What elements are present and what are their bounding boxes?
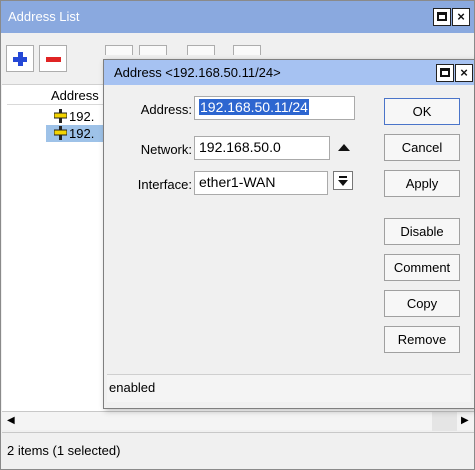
add-button[interactable] (6, 45, 34, 72)
dropdown-icon[interactable] (333, 171, 353, 190)
close-icon[interactable]: × (452, 8, 470, 26)
network-label: Network: (140, 142, 192, 157)
interface-select[interactable]: ether1-WAN (194, 171, 328, 195)
address-label: Address: (140, 102, 192, 117)
interface-value: ether1-WAN (199, 174, 276, 190)
window-title: Address List (8, 9, 80, 24)
interface-label: Interface: (137, 177, 192, 192)
triangle-up-icon[interactable] (338, 144, 350, 151)
row-address: 192. (69, 109, 95, 124)
maximize-icon[interactable] (436, 64, 454, 82)
disable-button[interactable]: Disable (384, 218, 460, 245)
filter-button[interactable] (233, 45, 261, 55)
dialog-status-bar: enabled (107, 374, 471, 402)
comment-button[interactable]: Comment (384, 254, 460, 281)
scroll-left-icon[interactable]: ◀ (7, 415, 15, 426)
dialog-titlebar[interactable]: Address <192.168.50.11/24> × (104, 60, 474, 85)
scroll-right-icon[interactable]: ▶ (461, 415, 469, 426)
remove-button[interactable]: Remove (384, 326, 460, 353)
enable-button[interactable] (105, 45, 133, 55)
ok-button[interactable]: OK (384, 98, 460, 125)
scroll-track[interactable] (432, 412, 457, 431)
close-icon[interactable]: × (455, 64, 473, 82)
row-address: 192. (69, 126, 95, 141)
minus-icon (46, 57, 61, 62)
address-icon (54, 109, 67, 123)
disable-button[interactable] (139, 45, 167, 55)
network-value: 192.168.50.0 (199, 139, 281, 155)
address-list-titlebar[interactable]: Address List × (1, 1, 474, 33)
address-edit-dialog: Address <192.168.50.11/24> × Address: 19… (103, 59, 475, 409)
comment-button[interactable] (187, 45, 215, 55)
address-icon (54, 126, 67, 140)
apply-button[interactable]: Apply (384, 170, 460, 197)
address-input[interactable]: 192.168.50.11/24 (194, 96, 355, 120)
list-status-bar: 2 items (1 selected) (2, 432, 474, 469)
enabled-status: enabled (109, 380, 156, 395)
copy-button[interactable]: Copy (384, 290, 460, 317)
cancel-button[interactable]: Cancel (384, 134, 460, 161)
network-input[interactable]: 192.168.50.0 (194, 136, 330, 160)
maximize-icon[interactable] (433, 8, 451, 26)
table-row[interactable]: 192. (47, 108, 107, 125)
column-header-address[interactable]: Address (7, 85, 105, 105)
dialog-title: Address <192.168.50.11/24> (114, 65, 281, 80)
table-row-selected[interactable]: 192. (46, 125, 108, 142)
address-value: 192.168.50.11/24 (199, 99, 309, 115)
horizontal-scrollbar[interactable]: ◀ ▶ (2, 411, 474, 431)
items-count: 2 items (1 selected) (7, 443, 121, 458)
remove-button[interactable] (39, 45, 67, 72)
